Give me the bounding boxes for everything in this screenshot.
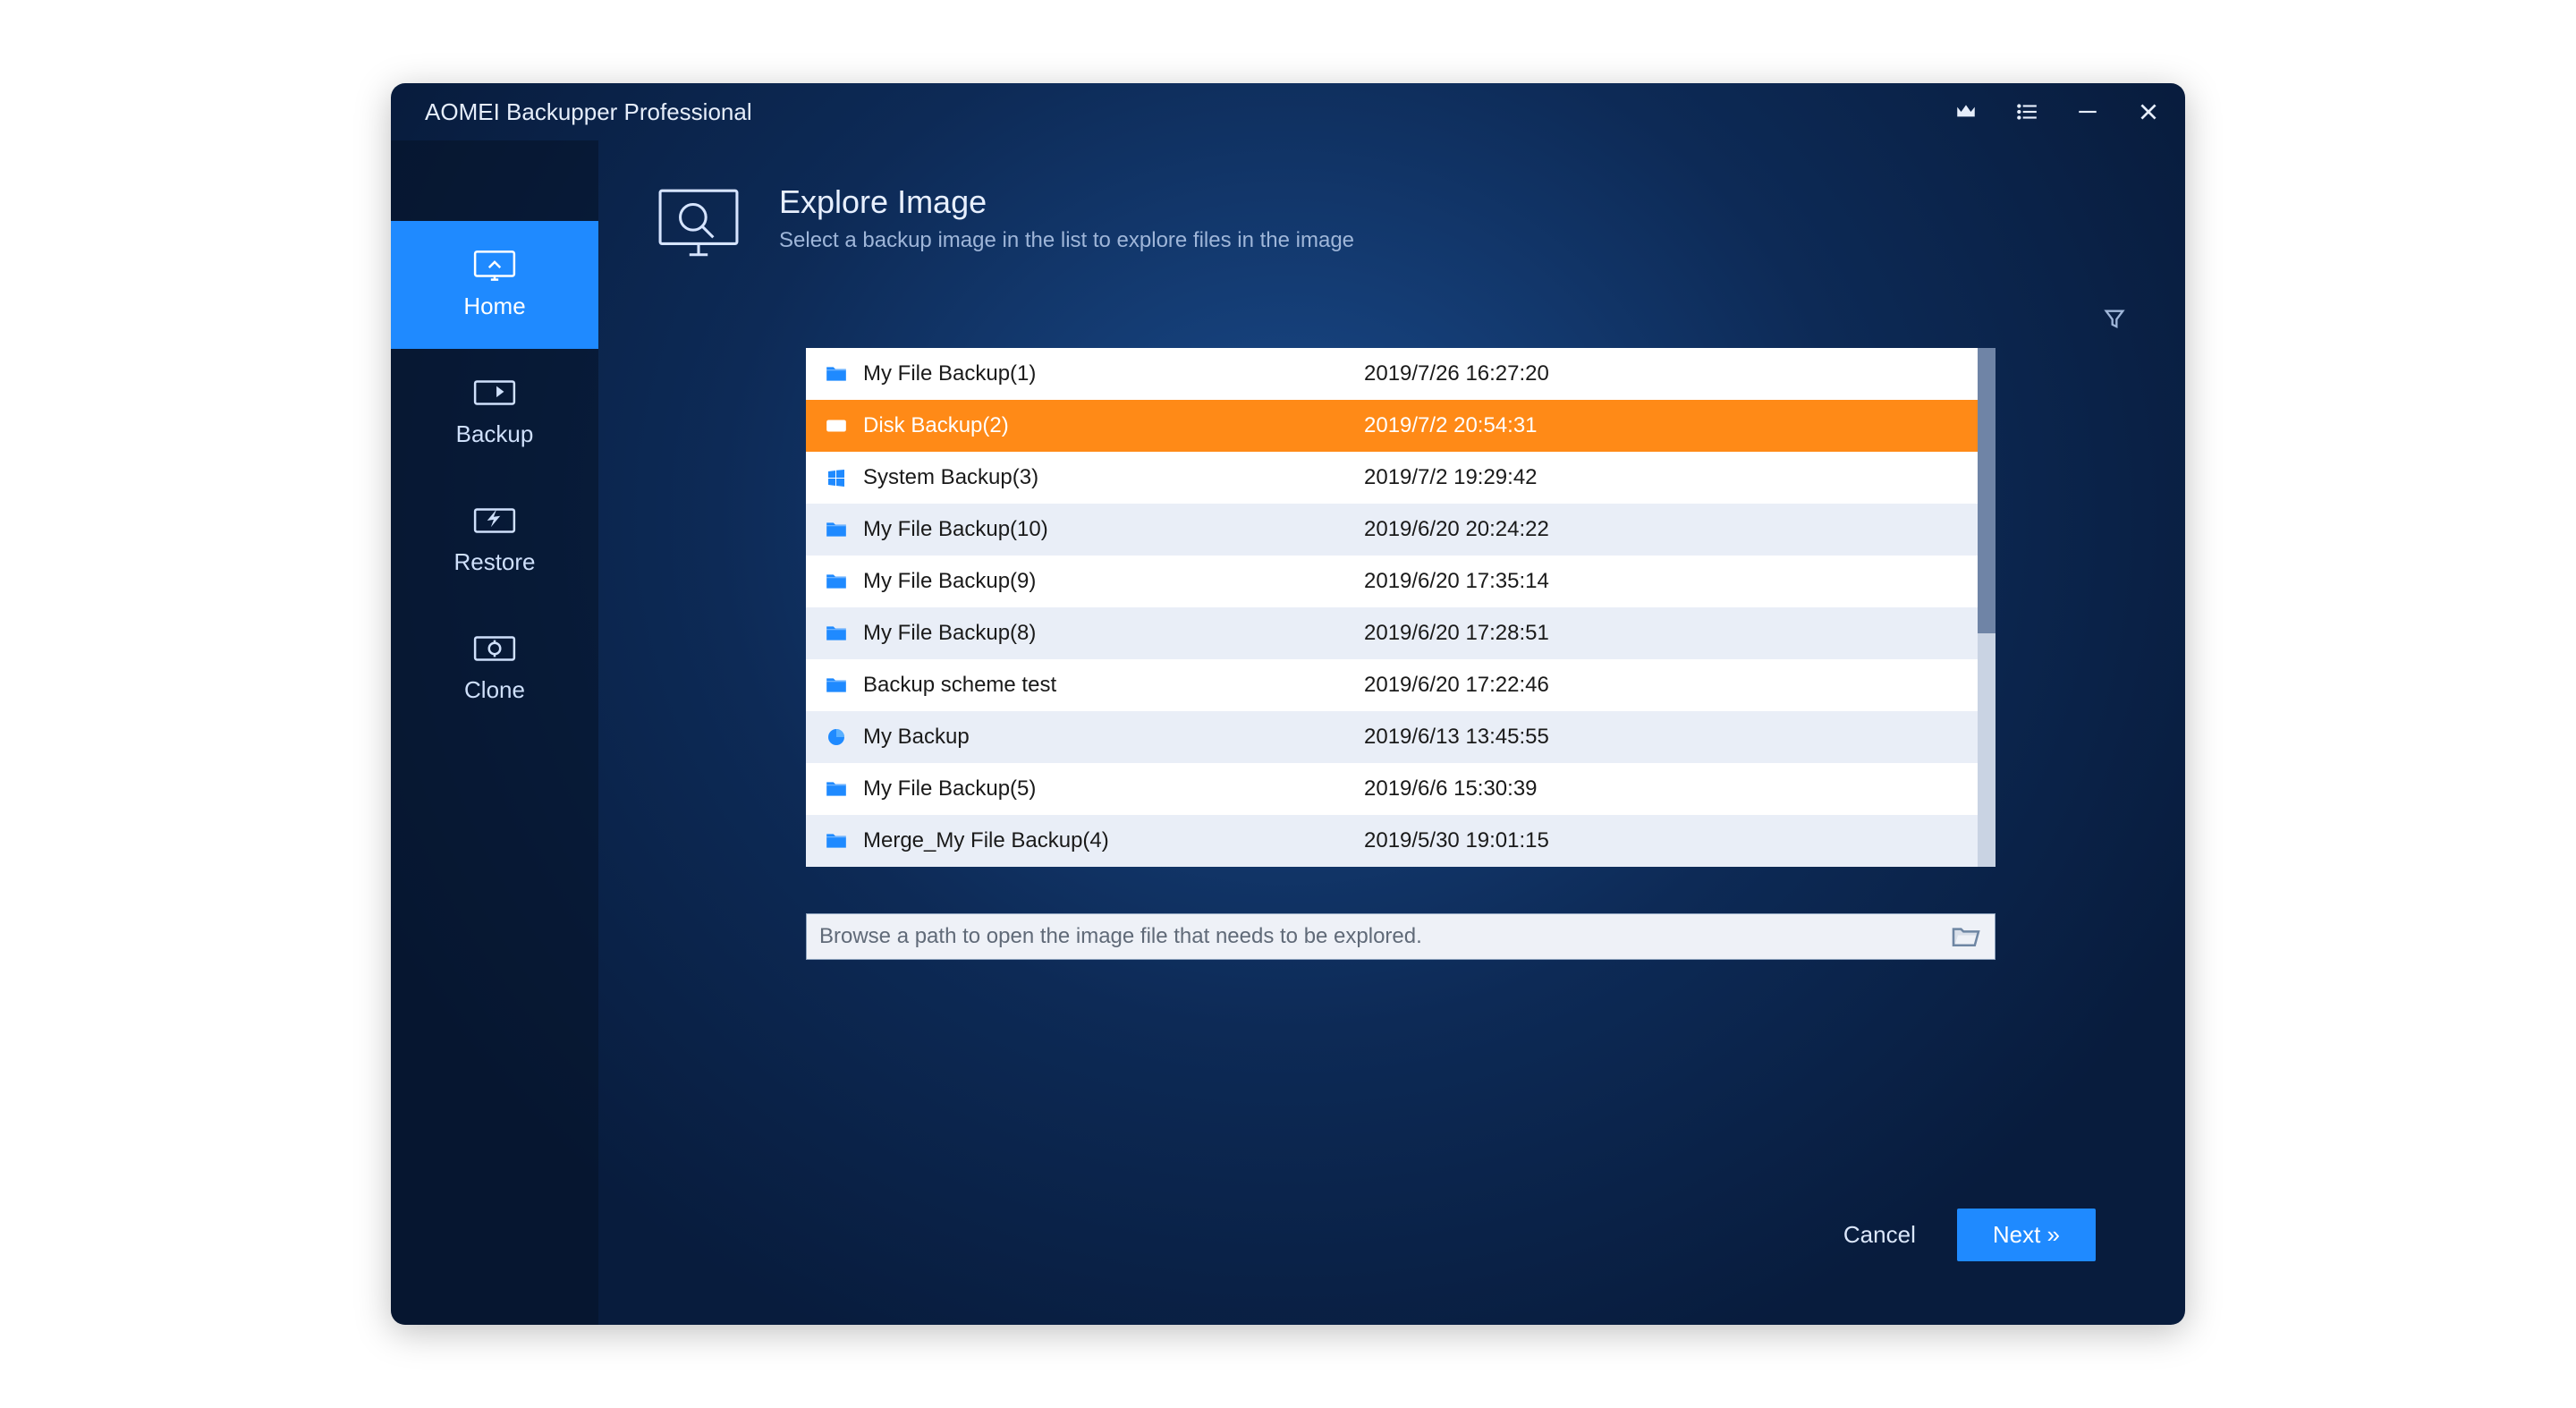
row-date: 2019/7/2 20:54:31	[1364, 413, 1538, 438]
sidebar-item-label: Clone	[464, 676, 525, 704]
row-date: 2019/6/20 17:35:14	[1364, 569, 1549, 594]
table-row[interactable]: My Backup2019/6/13 13:45:55	[806, 711, 1978, 763]
restore-icon	[471, 504, 518, 539]
main-panel: Explore Image Select a backup image in t…	[598, 140, 2185, 1325]
table-row[interactable]: Disk Backup(2)2019/7/2 20:54:31	[806, 400, 1978, 452]
row-date: 2019/6/20 20:24:22	[1364, 517, 1549, 542]
footer: Cancel Next »	[652, 1176, 2149, 1293]
close-button[interactable]	[2135, 98, 2162, 125]
page-subtitle: Select a backup image in the list to exp…	[779, 228, 1354, 253]
window-controls	[1953, 98, 2162, 125]
app-title: AOMEI Backupper Professional	[425, 98, 752, 126]
folder-icon	[824, 830, 849, 852]
sidebar-item-clone[interactable]: Clone	[391, 605, 598, 733]
row-date: 2019/5/30 19:01:15	[1364, 828, 1549, 853]
table-row[interactable]: Merge_My File Backup(4)2019/5/30 19:01:1…	[806, 815, 1978, 867]
row-name: My File Backup(1)	[863, 361, 1364, 386]
sidebar-item-label: Restore	[453, 548, 535, 576]
cancel-button[interactable]: Cancel	[1826, 1210, 1934, 1260]
pie-icon	[824, 726, 849, 748]
table-row[interactable]: System Backup(3)2019/7/2 19:29:42	[806, 452, 1978, 504]
row-name: Disk Backup(2)	[863, 413, 1364, 438]
titlebar: AOMEI Backupper Professional	[391, 83, 2185, 140]
row-date: 2019/6/20 17:22:46	[1364, 673, 1549, 698]
row-date: 2019/7/2 19:29:42	[1364, 465, 1538, 490]
row-date: 2019/6/20 17:28:51	[1364, 621, 1549, 646]
row-date: 2019/6/13 13:45:55	[1364, 725, 1549, 750]
disk-icon	[824, 415, 849, 437]
row-date: 2019/6/6 15:30:39	[1364, 776, 1538, 802]
monitor-home-icon	[471, 248, 518, 284]
backup-icon	[471, 376, 518, 411]
backup-list-container: My File Backup(1)2019/7/26 16:27:20Disk …	[806, 348, 1996, 867]
row-name: My Backup	[863, 725, 1364, 750]
scrollbar[interactable]	[1978, 348, 1996, 867]
clone-icon	[471, 632, 518, 667]
sidebar-item-backup[interactable]: Backup	[391, 349, 598, 477]
menu-list-icon[interactable]	[2013, 98, 2040, 125]
row-name: My File Backup(5)	[863, 776, 1364, 802]
windows-icon	[824, 467, 849, 488]
table-row[interactable]: My File Backup(1)2019/7/26 16:27:20	[806, 348, 1978, 400]
browse-placeholder: Browse a path to open the image file tha…	[819, 924, 1939, 949]
sidebar-item-restore[interactable]: Restore	[391, 477, 598, 605]
crown-icon[interactable]	[1953, 98, 1979, 125]
table-row[interactable]: Backup scheme test2019/6/20 17:22:46	[806, 659, 1978, 711]
folder-icon	[824, 623, 849, 644]
row-name: My File Backup(10)	[863, 517, 1364, 542]
table-row[interactable]: My File Backup(10)2019/6/20 20:24:22	[806, 504, 1978, 556]
row-date: 2019/7/26 16:27:20	[1364, 361, 1549, 386]
minimize-button[interactable]	[2074, 98, 2101, 125]
table-row[interactable]: My File Backup(8)2019/6/20 17:28:51	[806, 607, 1978, 659]
folder-icon	[824, 363, 849, 385]
folder-icon	[824, 778, 849, 800]
scrollbar-thumb[interactable]	[1978, 348, 1996, 633]
row-name: My File Backup(9)	[863, 569, 1364, 594]
folder-icon	[824, 519, 849, 540]
row-name: Backup scheme test	[863, 673, 1364, 698]
page-header: Explore Image Select a backup image in t…	[652, 173, 2149, 291]
table-row[interactable]: My File Backup(9)2019/6/20 17:35:14	[806, 556, 1978, 607]
browse-path-bar[interactable]: Browse a path to open the image file tha…	[806, 913, 1996, 960]
folder-icon	[824, 674, 849, 696]
row-name: Merge_My File Backup(4)	[863, 828, 1364, 853]
backup-list[interactable]: My File Backup(1)2019/7/26 16:27:20Disk …	[806, 348, 1978, 867]
explore-image-icon	[652, 183, 745, 266]
sidebar-item-label: Home	[463, 293, 525, 320]
table-row[interactable]: My File Backup(5)2019/6/6 15:30:39	[806, 763, 1978, 815]
sidebar-item-label: Backup	[456, 420, 534, 448]
next-button-label: Next »	[1993, 1221, 2060, 1249]
filter-row	[652, 291, 2149, 348]
row-name: My File Backup(8)	[863, 621, 1364, 646]
open-folder-icon[interactable]	[1950, 924, 1982, 949]
folder-icon	[824, 571, 849, 592]
filter-icon[interactable]	[2099, 304, 2130, 335]
sidebar: Home Backup Restore	[391, 140, 598, 1325]
next-button[interactable]: Next »	[1957, 1209, 2096, 1261]
row-name: System Backup(3)	[863, 465, 1364, 490]
sidebar-item-home[interactable]: Home	[391, 221, 598, 349]
app-window: AOMEI Backupper Professional	[391, 83, 2185, 1325]
page-title: Explore Image	[779, 183, 1354, 221]
